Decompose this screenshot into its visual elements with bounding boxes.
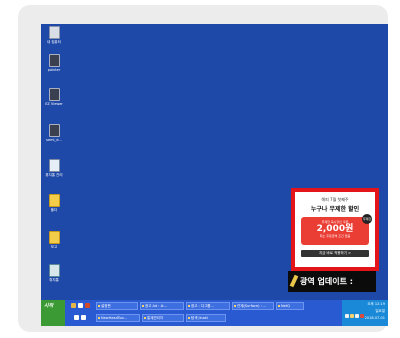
taskbar-button[interactable]: 관계(Surface) : ... bbox=[232, 302, 274, 310]
desktop-icon-folder[interactable]: 폴더 bbox=[45, 194, 63, 212]
folder-icon bbox=[48, 194, 60, 207]
desktop-icon-recycle-bin[interactable]: 휴지통 bbox=[45, 264, 63, 282]
system-tray: 오후 12:19 일요일 2018-07-01 bbox=[342, 300, 388, 326]
tray-icon[interactable] bbox=[360, 314, 364, 318]
desktop-icon-label: semi_d... bbox=[46, 138, 62, 142]
app-icon bbox=[48, 88, 60, 101]
desktop-icon-label: 보고 bbox=[50, 245, 58, 249]
coupon-badge: 무제한 bbox=[362, 214, 372, 224]
desktop-icon-label: 내 컴퓨터 bbox=[47, 40, 61, 44]
taskbar-button[interactable]: 광고 Ad : 쇼... bbox=[140, 302, 184, 310]
coupon-amount: 2,000원 bbox=[316, 224, 354, 234]
desktop-icon-pointer[interactable]: pointer bbox=[45, 54, 63, 72]
popup-title: 누구나 무제한 할인 bbox=[310, 206, 360, 213]
coupon-heading: 무제한 즉시할인 쿠폰 bbox=[321, 220, 349, 224]
recycle-bin-icon bbox=[48, 264, 60, 277]
quicklaunch-icon[interactable] bbox=[71, 303, 76, 308]
pencil-icon bbox=[289, 274, 299, 288]
quicklaunch-icon[interactable] bbox=[81, 315, 86, 320]
apply-coupon-button[interactable]: 지금 바로 적용하기 > bbox=[301, 250, 369, 257]
start-button[interactable]: 시작 bbox=[41, 300, 65, 326]
quicklaunch-icon[interactable] bbox=[74, 315, 79, 320]
promo-popup[interactable]: 해피 7월 첫째주 누구나 무제한 할인 무제한 무제한 즉시할인 쿠폰 2,0… bbox=[291, 188, 379, 271]
taskbar-button[interactable]: 탐색 Jinaki bbox=[186, 314, 226, 322]
ad-update-label: 광역 업데이트 : bbox=[300, 277, 353, 286]
desktop-icon-label: 폴더 bbox=[50, 208, 58, 212]
clock-date: 2018-07-01 bbox=[364, 316, 385, 320]
my-computer-icon bbox=[48, 26, 60, 39]
desktop-icon-label: 휴지통 관리 bbox=[45, 173, 63, 177]
desktop-icon-label: EZ Viewer bbox=[45, 102, 63, 106]
desktop-screen: 내 컴퓨터 pointer EZ Viewer semi_d... 휴지통 관리… bbox=[41, 24, 388, 326]
clock-day: 일요일 bbox=[375, 309, 385, 313]
quicklaunch-icon[interactable] bbox=[85, 303, 90, 308]
folder-icon bbox=[48, 231, 60, 244]
taskbar-button[interactable]: NetQ bbox=[276, 302, 304, 310]
coupon-note: 최소 주문금액 조건 없음 bbox=[319, 234, 351, 238]
tray-icon[interactable] bbox=[345, 314, 349, 318]
clock-time[interactable]: 오후 12:19 bbox=[367, 302, 385, 306]
desktop-icon-my-computer[interactable]: 내 컴퓨터 bbox=[45, 26, 63, 44]
taskbar-button[interactable]: NewHeadToo... bbox=[96, 314, 140, 322]
taskbar-button[interactable]: 통계관리자 bbox=[142, 314, 184, 322]
desktop-icon-report[interactable]: 보고 bbox=[45, 231, 63, 249]
desktop-icon-ezviewer[interactable]: EZ Viewer bbox=[45, 88, 63, 106]
start-label: 시작 bbox=[44, 303, 54, 309]
app-icon bbox=[48, 124, 60, 137]
app-icon bbox=[48, 159, 60, 172]
coupon-card[interactable]: 무제한 무제한 즉시할인 쿠폰 2,000원 최소 주문금액 조건 없음 bbox=[301, 214, 372, 245]
app-icon bbox=[48, 54, 60, 67]
desktop-icon-label: 휴지통 bbox=[49, 278, 59, 282]
quicklaunch-icon[interactable] bbox=[78, 303, 83, 308]
taskbar-button[interactable]: 설정판 bbox=[96, 302, 138, 310]
ad-update-bar[interactable]: 광역 업데이트 : bbox=[288, 271, 376, 292]
desktop-icon-semi[interactable]: semi_d... bbox=[45, 124, 63, 142]
taskbar: 시작 설정판 광고 Ad : 쇼... 광고 : 다그룹... 관계(Surfa… bbox=[41, 300, 388, 326]
taskbar-button[interactable]: 광고 : 다그룹... bbox=[186, 302, 230, 310]
desktop-icon-manager[interactable]: 휴지통 관리 bbox=[45, 159, 63, 177]
popup-subtitle: 해피 7월 첫째주 bbox=[321, 197, 349, 202]
tray-icon[interactable] bbox=[355, 314, 359, 318]
tray-icon[interactable] bbox=[350, 314, 354, 318]
desktop-icon-label: pointer bbox=[47, 68, 61, 72]
